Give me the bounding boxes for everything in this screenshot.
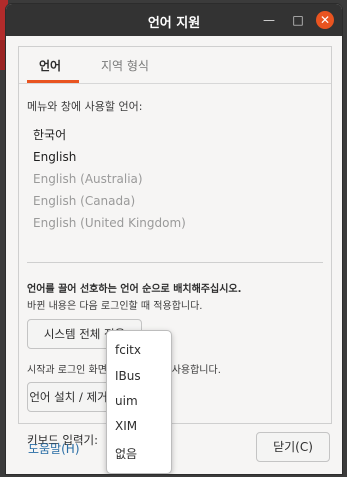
menu-item-xim[interactable]: XIM <box>115 419 137 433</box>
notebook: 언어 지역 형식 메뉴와 창에 사용할 언어: 한국어 English Engl… <box>18 46 332 447</box>
menu-item-none[interactable]: 없음 <box>115 445 137 462</box>
close-button[interactable]: 닫기(C) <box>256 432 330 462</box>
minimize-icon[interactable]: — <box>260 11 278 29</box>
language-tab-content: 메뉴와 창에 사용할 언어: 한국어 English English (Aust… <box>19 84 331 447</box>
input-method-dropdown-menu: fcitx IBus uim XIM 없음 <box>106 330 172 474</box>
language-list[interactable]: 한국어 English English (Australia) English … <box>27 120 323 260</box>
menu-item-uim[interactable]: uim <box>115 394 138 408</box>
active-tab-indicator <box>27 80 79 83</box>
list-item[interactable]: English (Australia) <box>33 172 143 186</box>
divider <box>27 262 323 263</box>
maximize-icon[interactable]: □ <box>289 11 307 29</box>
list-item[interactable]: English (Canada) <box>33 194 135 208</box>
titlebar: 언어 지원 — □ ✕ <box>6 4 342 36</box>
menu-item-ibus[interactable]: IBus <box>115 369 141 383</box>
help-link[interactable]: 도움말(H) <box>28 440 80 457</box>
drag-hint: 언어를 끌어 선호하는 언어 순으로 배치해주십시오. <box>27 284 242 295</box>
tab-bar: 언어 지역 형식 <box>19 47 331 84</box>
apply-note: 바뀐 내용은 다음 로그인할 때 적용합니다. <box>27 301 203 312</box>
tab-regional-formats[interactable]: 지역 형식 <box>101 57 149 74</box>
menu-language-label: 메뉴와 창에 사용할 언어: <box>27 100 143 113</box>
menu-item-fcitx[interactable]: fcitx <box>115 343 141 357</box>
language-support-window: 언어 지원 — □ ✕ 언어 지역 형식 메뉴와 창에 사용할 언어: 한국어 … <box>6 4 342 474</box>
list-item[interactable]: English <box>33 150 76 164</box>
close-icon[interactable]: ✕ <box>316 11 334 29</box>
tab-language[interactable]: 언어 <box>39 57 61 74</box>
list-item[interactable]: English (United Kingdom) <box>33 216 186 230</box>
list-item[interactable]: 한국어 <box>33 126 66 143</box>
